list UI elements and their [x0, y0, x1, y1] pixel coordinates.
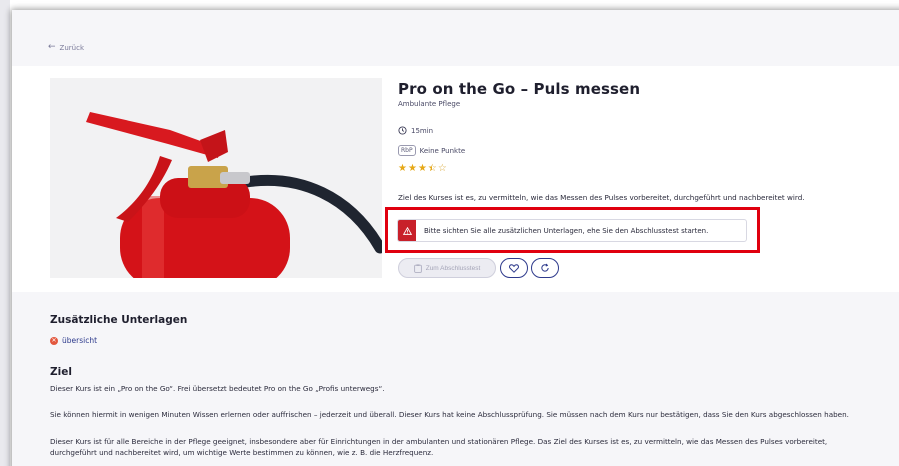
clipboard-icon: [413, 263, 422, 273]
course-category: Ambulante Pflege: [398, 100, 461, 108]
course-rating: ★ ★ ★ ☆ ★ ☆: [398, 164, 447, 174]
goal-paragraph-3-line-2: durchgeführt und nachbereitet wird, um w…: [50, 448, 434, 457]
documents-alert: Bitte sichten Sie alle zusätzlichen Unte…: [397, 219, 747, 242]
rbp-badge: RbP: [398, 145, 416, 156]
start-exam-label: Zum Abschlusstest: [425, 264, 481, 272]
points-text: Keine Punkte: [419, 146, 466, 155]
back-link[interactable]: ← Zurück: [48, 43, 84, 52]
overview-link[interactable]: ✕ übersicht: [50, 336, 97, 345]
refresh-icon: [541, 263, 549, 272]
course-points: RbP Keine Punkte: [398, 145, 465, 156]
arrow-left-icon: ←: [48, 42, 56, 52]
extra-docs-heading: Zusätzliche Unterlagen: [50, 314, 188, 326]
back-label: Zurück: [59, 43, 84, 52]
star-empty-icon: ☆: [437, 163, 447, 174]
overview-icon: ✕: [50, 336, 58, 345]
star-full-icon: ★: [417, 163, 427, 174]
goal-paragraph-1: Dieser Kurs ist ein „Pro on the Go“. Fre…: [50, 384, 385, 393]
overview-label: übersicht: [62, 336, 98, 345]
course-duration: 15min: [398, 126, 433, 135]
favorite-button[interactable]: [500, 258, 528, 278]
goal-paragraph-2: Sie können hiermit in wenigen Minuten Wi…: [50, 410, 849, 419]
warning-icon: [398, 220, 416, 241]
top-bar: [12, 10, 899, 66]
course-title: Pro on the Go – Puls messen: [398, 80, 641, 98]
heart-icon: [509, 263, 519, 273]
start-exam-button[interactable]: Zum Abschlusstest: [398, 258, 496, 278]
star-full-icon: ★: [407, 163, 417, 174]
star-full-icon: ★: [398, 163, 407, 174]
goal-heading: Ziel: [50, 366, 72, 378]
reset-button[interactable]: [531, 258, 559, 278]
clock-icon: [398, 126, 407, 135]
background-strip: [0, 0, 10, 466]
alert-text: Bitte sichten Sie alle zusätzlichen Unte…: [424, 226, 709, 235]
duration-value: 15min: [411, 126, 434, 135]
goal-paragraph-3-line-1: Dieser Kurs ist für alle Bereiche in der…: [50, 437, 828, 446]
course-image-fire-extinguisher: [50, 78, 382, 278]
course-description: Ziel des Kurses ist es, zu vermitteln, w…: [398, 193, 805, 202]
star-half-icon: ☆ ★: [427, 163, 437, 174]
